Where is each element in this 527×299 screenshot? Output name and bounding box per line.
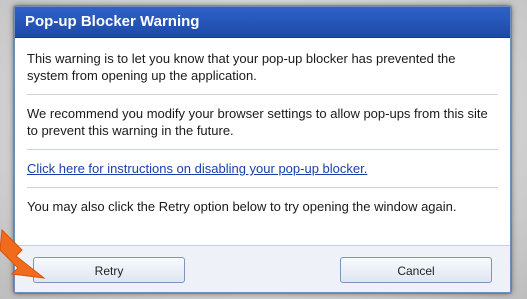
retry-message: You may also click the Retry option belo… — [27, 198, 498, 225]
retry-button[interactable]: Retry — [33, 257, 185, 283]
dialog-body: This warning is to let you know that you… — [15, 38, 510, 225]
arrow-pointer-icon — [0, 228, 46, 279]
dialog-title: Pop-up Blocker Warning — [15, 7, 510, 38]
recommendation-text: We recommend you modify your browser set… — [27, 106, 488, 138]
retry-text: You may also click the Retry option belo… — [27, 199, 457, 214]
cancel-button[interactable]: Cancel — [340, 257, 492, 283]
dialog-footer: Retry Cancel — [15, 245, 510, 292]
popup-blocker-dialog: Pop-up Blocker Warning This warning is t… — [14, 6, 511, 293]
warning-text: This warning is to let you know that you… — [27, 51, 456, 83]
recommendation-message: We recommend you modify your browser set… — [27, 105, 498, 150]
screen-background: Pop-up Blocker Warning This warning is t… — [0, 0, 527, 299]
warning-message: This warning is to let you know that you… — [27, 50, 498, 95]
instructions-section: Click here for instructions on disabling… — [27, 160, 498, 188]
instructions-link[interactable]: Click here for instructions on disabling… — [27, 161, 367, 176]
